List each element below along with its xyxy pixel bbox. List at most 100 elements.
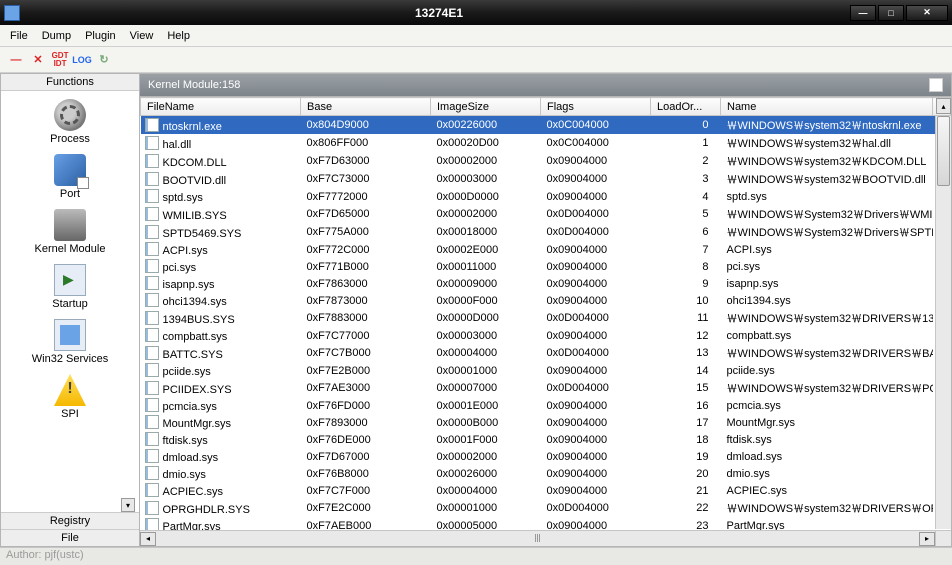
cell-loadorder: 10 <box>651 292 721 309</box>
maximize-button[interactable]: □ <box>878 5 904 21</box>
table-row[interactable]: PCIIDEX.SYS0xF7AE30000x000070000x0D00400… <box>141 379 951 397</box>
cell-name: isapnp.sys <box>721 275 933 292</box>
cell-base: 0xF7AE3000 <box>301 379 431 397</box>
column-header-flags[interactable]: Flags <box>541 98 651 116</box>
cell-loadorder: 7 <box>651 241 721 258</box>
sidebar-item-win32[interactable]: Win32 Services <box>1 315 139 369</box>
cell-base: 0xF7D65000 <box>301 205 431 223</box>
spi-icon <box>54 374 86 406</box>
vertical-scroll-thumb[interactable] <box>937 116 950 186</box>
sidebar-item-port[interactable]: Port <box>1 150 139 204</box>
table-row[interactable]: BOOTVID.dll0xF7C730000x000030000x0900400… <box>141 170 951 188</box>
cell-filename: BATTC.SYS <box>141 344 301 362</box>
hscroll-grip-icon[interactable] <box>528 534 548 542</box>
horizontal-scrollbar[interactable]: ◂ ▸ <box>140 530 935 546</box>
cell-loadorder: 9 <box>651 275 721 292</box>
cell-loadorder: 18 <box>651 431 721 448</box>
cell-flags: 0x09004000 <box>541 327 651 344</box>
cell-name: pciide.sys <box>721 362 933 379</box>
cell-imagesize: 0x00002000 <box>431 448 541 465</box>
table-row[interactable]: BATTC.SYS0xF7C7B0000x000040000x0D0040001… <box>141 344 951 362</box>
column-header-name[interactable]: Name <box>721 98 933 116</box>
toolbar-log-icon[interactable]: LOG <box>74 52 90 68</box>
sidebar-footer-registry[interactable]: Registry <box>1 512 139 529</box>
cell-name: ￦WINDOWS￦System32￦Drivers￦WMILIB.SY <box>721 205 933 223</box>
toolbar-minus-icon[interactable]: — <box>8 52 24 68</box>
table-row[interactable]: pci.sys0xF771B0000x000110000x090040008pc… <box>141 258 951 275</box>
table-row[interactable]: sptd.sys0xF77720000x000D00000x090040004s… <box>141 188 951 205</box>
cell-filename: pciide.sys <box>141 362 301 379</box>
table-row[interactable]: hal.dll0x806FF0000x00020D000x0C0040001￦W… <box>141 134 951 152</box>
cell-name: ￦WINDOWS￦system32￦KDCOM.DLL <box>721 152 933 170</box>
table-row[interactable]: OPRGHDLR.SYS0xF7E2C0000x000010000x0D0040… <box>141 499 951 517</box>
table-row[interactable]: WMILIB.SYS0xF7D650000x000020000x0D004000… <box>141 205 951 223</box>
cell-imagesize: 0x000D0000 <box>431 188 541 205</box>
table-row[interactable]: compbatt.sys0xF7C770000x000030000x090040… <box>141 327 951 344</box>
cell-name: ￦WINDOWS￦system32￦hal.dll <box>721 134 933 152</box>
sidebar-scroll-down[interactable]: ▾ <box>121 498 135 512</box>
cell-imagesize: 0x00003000 <box>431 327 541 344</box>
table-row[interactable]: KDCOM.DLL0xF7D630000x000020000x090040002… <box>141 152 951 170</box>
menu-view[interactable]: View <box>130 30 154 42</box>
sidebar-footer-file[interactable]: File <box>1 529 139 546</box>
cell-name: ￦WINDOWS￦system32￦DRIVERS￦OPRGHDL <box>721 499 933 517</box>
scroll-up-icon[interactable]: ▴ <box>936 98 951 114</box>
menu-help[interactable]: Help <box>167 30 190 42</box>
table-row[interactable]: ftdisk.sys0xF76DE0000x0001F0000x09004000… <box>141 431 951 448</box>
table-row[interactable]: SPTD5469.SYS0xF775A0000x000180000x0D0040… <box>141 223 951 241</box>
cell-imagesize: 0x00026000 <box>431 465 541 482</box>
table-row[interactable]: ACPI.sys0xF772C0000x0002E0000x090040007A… <box>141 241 951 258</box>
sidebar-item-startup[interactable]: Startup <box>1 260 139 314</box>
table-row[interactable]: pcmcia.sys0xF76FD0000x0001E0000x09004000… <box>141 397 951 414</box>
table-row[interactable]: MountMgr.sys0xF78930000x0000B0000x090040… <box>141 414 951 431</box>
cell-loadorder: 1 <box>651 134 721 152</box>
menu-file[interactable]: File <box>10 30 28 42</box>
sidebar-item-spi[interactable]: SPI <box>1 370 139 424</box>
toolbar-x-icon[interactable]: ✕ <box>30 52 46 68</box>
cell-base: 0xF7D67000 <box>301 448 431 465</box>
table-row[interactable]: pciide.sys0xF7E2B0000x000010000x09004000… <box>141 362 951 379</box>
minimize-button[interactable]: — <box>850 5 876 21</box>
cell-loadorder: 12 <box>651 327 721 344</box>
column-header-filename[interactable]: FileName <box>141 98 301 116</box>
table-row[interactable]: isapnp.sys0xF78630000x000090000x09004000… <box>141 275 951 292</box>
cell-loadorder: 5 <box>651 205 721 223</box>
sidebar-item-process[interactable]: Process <box>1 95 139 149</box>
toolbar-refresh-icon[interactable]: ↻ <box>96 52 112 68</box>
sidebar-item-label: SPI <box>61 408 79 420</box>
cell-filename: ACPIEC.sys <box>141 482 301 499</box>
sheet-icon[interactable] <box>929 78 943 92</box>
table-row[interactable]: 1394BUS.SYS0xF78830000x0000D0000x0D00400… <box>141 309 951 327</box>
table-row[interactable]: ACPIEC.sys0xF7C7F0000x000040000x09004000… <box>141 482 951 499</box>
app-icon <box>4 5 20 21</box>
module-table[interactable]: FileNameBaseImageSizeFlagsLoadOr...Name … <box>140 97 951 534</box>
table-row[interactable]: dmio.sys0xF76B80000x000260000x0900400020… <box>141 465 951 482</box>
column-header-base[interactable]: Base <box>301 98 431 116</box>
cell-name: ￦WINDOWS￦system32￦DRIVERS￦BATTC.SY <box>721 344 933 362</box>
cell-imagesize: 0x00226000 <box>431 116 541 135</box>
toolbar-gdt-icon[interactable]: GDTIDT <box>52 52 68 68</box>
cell-filename: KDCOM.DLL <box>141 152 301 170</box>
cell-imagesize: 0x00001000 <box>431 362 541 379</box>
cell-loadorder: 4 <box>651 188 721 205</box>
scroll-left-icon[interactable]: ◂ <box>140 532 156 546</box>
cell-imagesize: 0x0000F000 <box>431 292 541 309</box>
scroll-right-icon[interactable]: ▸ <box>919 532 935 546</box>
table-row[interactable]: ohci1394.sys0xF78730000x0000F0000x090040… <box>141 292 951 309</box>
menu-plugin[interactable]: Plugin <box>85 30 116 42</box>
close-button[interactable]: ✕ <box>906 5 948 21</box>
cell-imagesize: 0x0000B000 <box>431 414 541 431</box>
sidebar-item-kernel[interactable]: Kernel Module <box>1 205 139 259</box>
column-header-loador[interactable]: LoadOr... <box>651 98 721 116</box>
cell-imagesize: 0x00004000 <box>431 482 541 499</box>
cell-filename: OPRGHDLR.SYS <box>141 499 301 517</box>
cell-base: 0x806FF000 <box>301 134 431 152</box>
vertical-scrollbar[interactable]: ▴ ▾ <box>935 116 951 529</box>
cell-base: 0xF7E2C000 <box>301 499 431 517</box>
win32-icon <box>54 319 86 351</box>
menu-dump[interactable]: Dump <box>42 30 71 42</box>
cell-filename: WMILIB.SYS <box>141 205 301 223</box>
table-row[interactable]: ntoskrnl.exe0x804D90000x002260000x0C0040… <box>141 116 951 135</box>
table-row[interactable]: dmload.sys0xF7D670000x000020000x09004000… <box>141 448 951 465</box>
column-header-imagesize[interactable]: ImageSize <box>431 98 541 116</box>
